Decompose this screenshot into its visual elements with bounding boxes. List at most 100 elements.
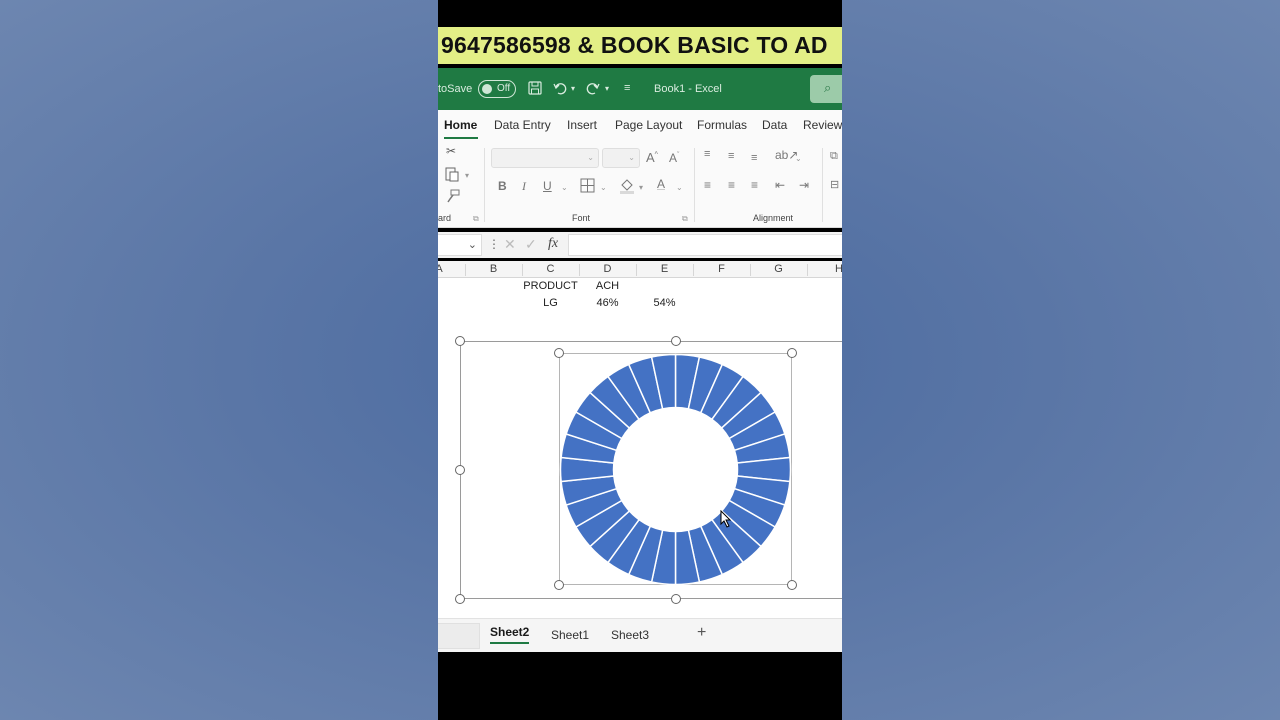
tab-data[interactable]: Data [762, 118, 787, 132]
worksheet-grid[interactable]: PRODUCT ACH LG 46% 54% [438, 278, 842, 618]
tab-insert[interactable]: Insert [567, 118, 597, 132]
font-name-dropdown[interactable]: ⌄ [491, 148, 599, 168]
phone-frame: 9647586598 & BOOK BASIC TO AD toSave Off… [438, 0, 842, 720]
tab-data-entry[interactable]: Data Entry [494, 118, 551, 132]
toggle-knob [482, 84, 492, 94]
fill-color-icon[interactable] [619, 177, 635, 197]
active-tab-underline [444, 137, 478, 139]
borders-dropdown-icon[interactable]: ⌄ [600, 183, 607, 192]
resize-handle[interactable] [455, 594, 465, 604]
font-size-dropdown[interactable]: ⌄ [602, 148, 640, 168]
excel-titlebar: toSave Off ▾ ▾ ≡ Book1 - Excel ⌕ [438, 68, 842, 110]
plot-resize-handle[interactable] [554, 348, 564, 358]
tab-page-layout[interactable]: Page Layout [615, 118, 682, 132]
align-center-icon[interactable]: ≡ [728, 178, 735, 192]
tab-formulas[interactable]: Formulas [697, 118, 747, 132]
plot-resize-handle[interactable] [554, 580, 564, 590]
underline-button[interactable]: U [543, 179, 552, 193]
align-middle-icon[interactable]: ≡ [728, 150, 734, 162]
save-icon[interactable] [528, 81, 542, 98]
column-header-d[interactable]: D [579, 263, 636, 275]
undo-dropdown-icon[interactable]: ▾ [571, 84, 575, 93]
align-top-icon[interactable]: ≡ [704, 148, 711, 160]
increase-indent-icon[interactable]: ⇥ [799, 178, 809, 192]
active-sheet-underline [490, 642, 529, 644]
clipboard-group-label: ard [438, 213, 452, 223]
resize-handle[interactable] [671, 336, 681, 346]
column-header-f[interactable]: F [693, 263, 750, 275]
italic-button[interactable]: I [522, 179, 526, 194]
insert-function-button[interactable]: fx [548, 236, 558, 252]
column-header-g[interactable]: G [750, 263, 807, 275]
align-bottom-icon[interactable]: ≡ [751, 152, 757, 164]
column-header-e[interactable]: E [636, 263, 693, 275]
column-header-h[interactable]: H [834, 263, 842, 275]
clipboard-launcher-icon[interactable]: ⧉ [473, 214, 479, 224]
enter-icon[interactable]: ✓ [525, 236, 537, 253]
search-box[interactable]: ⌕ [810, 75, 842, 103]
column-headers: A B C D E F G H [438, 261, 842, 278]
chevron-down-icon: ⌄ [587, 153, 594, 162]
sheet-tab-sheet1[interactable]: Sheet1 [551, 628, 589, 642]
sheet-nav-box[interactable] [438, 623, 480, 649]
toggle-state: Off [497, 83, 511, 94]
formula-input[interactable] [568, 234, 842, 256]
align-left-icon[interactable]: ≡ [704, 178, 711, 192]
bold-button[interactable]: B [498, 179, 507, 193]
tab-home[interactable]: Home [444, 118, 477, 132]
paste-dropdown-icon[interactable]: ▾ [465, 171, 469, 180]
resize-handle[interactable] [455, 336, 465, 346]
redo-dropdown-icon[interactable]: ▾ [605, 84, 609, 93]
resize-handle[interactable] [455, 465, 465, 475]
search-icon: ⌕ [824, 80, 832, 95]
fill-dropdown-icon[interactable]: ▾ [639, 183, 643, 192]
mouse-pointer-icon [720, 509, 732, 533]
wrap-text-icon[interactable]: ⧉ [830, 150, 838, 163]
tab-review[interactable]: Review [803, 118, 842, 132]
chevron-down-icon: ⌄ [467, 239, 477, 251]
redo-icon[interactable] [586, 81, 600, 98]
merge-icon[interactable]: ⊟ [830, 178, 839, 191]
decrease-indent-icon[interactable]: ⇤ [775, 178, 785, 192]
ribbon-tabs: Home Data Entry Insert Page Layout Formu… [438, 110, 842, 140]
align-right-icon[interactable]: ≡ [751, 178, 758, 192]
doughnut-chart[interactable] [438, 278, 842, 618]
underline-dropdown-icon[interactable]: ⌄ [561, 183, 568, 192]
banner-text: 9647586598 & BOOK BASIC TO AD [441, 32, 828, 58]
orientation-dropdown-icon[interactable]: ⌄ [795, 154, 802, 163]
cancel-icon[interactable]: ✕ [504, 236, 516, 253]
font-color-button[interactable]: A [657, 177, 665, 191]
group-separator [822, 148, 823, 222]
group-separator [694, 148, 695, 222]
add-sheet-button[interactable]: + [697, 624, 706, 642]
formula-bar: ⌄ ⋮ ✕ ✓ fx [438, 232, 842, 258]
column-header-b[interactable]: B [465, 263, 522, 275]
borders-icon[interactable] [580, 178, 595, 196]
column-header-c[interactable]: C [522, 263, 579, 275]
paste-icon[interactable] [444, 166, 460, 185]
promo-banner: 9647586598 & BOOK BASIC TO AD [438, 27, 842, 64]
undo-icon[interactable] [553, 81, 567, 98]
sheet-tabs-bar: Sheet2 Sheet1 Sheet3 + [438, 618, 842, 652]
column-header-a[interactable]: A [438, 263, 444, 275]
cut-icon[interactable]: ✂ [446, 144, 456, 158]
plot-resize-handle[interactable] [787, 348, 797, 358]
alignment-group-label: Alignment [753, 213, 794, 223]
group-separator [484, 148, 485, 222]
decrease-font-icon[interactable]: Aˇ [669, 151, 679, 165]
sheet-tab-sheet3[interactable]: Sheet3 [611, 628, 649, 642]
column-divider [807, 264, 808, 276]
font-group-label: Font [572, 213, 591, 223]
autosave-toggle[interactable]: Off [478, 80, 516, 98]
font-color-dropdown-icon[interactable]: ⌄ [676, 183, 683, 192]
name-box[interactable]: ⌄ [438, 234, 482, 256]
more-icon[interactable]: ⋮ [488, 237, 500, 251]
ribbon-home: ✂ ▾ ard ⧉ ⌄ ⌄ A^ Aˇ B I U ⌄ ⌄ ▾ A ⌄ Font… [438, 140, 842, 228]
customize-icon[interactable]: ≡ [624, 82, 630, 94]
increase-font-icon[interactable]: A^ [646, 150, 658, 165]
plot-resize-handle[interactable] [787, 580, 797, 590]
resize-handle[interactable] [671, 594, 681, 604]
font-launcher-icon[interactable]: ⧉ [682, 214, 688, 224]
format-painter-icon[interactable] [446, 189, 460, 206]
sheet-tab-sheet2[interactable]: Sheet2 [490, 625, 529, 639]
